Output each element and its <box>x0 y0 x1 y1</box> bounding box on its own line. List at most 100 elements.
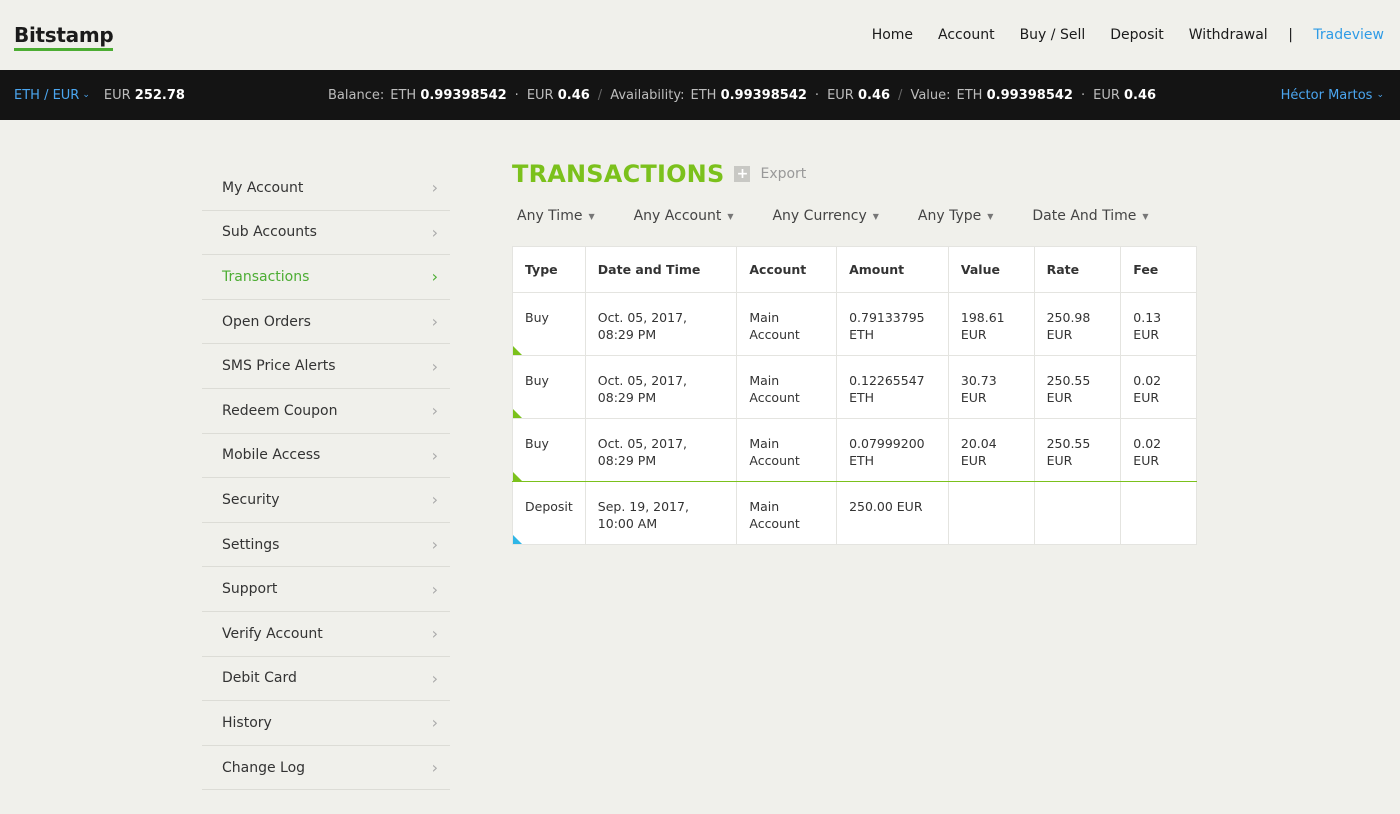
sidebar-item-mobile-access[interactable]: Mobile Access › <box>202 434 450 479</box>
main-nav: Home Account Buy / Sell Deposit Withdraw… <box>859 27 1386 43</box>
pair-selector[interactable]: ETH / EUR ⌄ <box>14 88 90 103</box>
slash-separator: / <box>597 87 603 103</box>
export-label: Export <box>760 166 807 182</box>
chevron-down-icon: ⌄ <box>82 90 90 100</box>
transactions-panel: TRANSACTIONS + Export Any Time ▼ Any Acco… <box>512 158 1197 545</box>
filter-label: Any Account <box>633 208 722 224</box>
avail-eth: 0.99398542 <box>720 87 807 103</box>
user-menu[interactable]: Héctor Martos ⌄ <box>1281 70 1384 120</box>
avail-eur: 0.46 <box>857 87 891 103</box>
title-row: TRANSACTIONS + Export <box>512 158 1197 190</box>
sidebar-item-open-orders[interactable]: Open Orders › <box>202 300 450 345</box>
chevron-right-icon: › <box>431 312 438 332</box>
chevron-right-icon: › <box>431 713 438 733</box>
column-header-type[interactable]: Type <box>512 246 586 293</box>
filter-currency[interactable]: Any Currency ▼ <box>767 208 878 224</box>
avail-eth-currency: ETH <box>690 87 717 103</box>
sidebar-item-change-log[interactable]: Change Log › <box>202 746 450 791</box>
cell-fee: 0.13 EUR <box>1120 292 1197 356</box>
caret-down-icon: ▼ <box>987 211 994 221</box>
table-row: Deposit Sep. 19, 2017, 10:00 AM Main Acc… <box>512 481 1197 545</box>
caret-down-icon: ▼ <box>1142 211 1149 221</box>
filter-sort[interactable]: Date And Time ▼ <box>1027 208 1148 224</box>
value-eur: 0.46 <box>1124 87 1157 103</box>
sidebar-item-label: Support <box>222 581 278 598</box>
sidebar-item-settings[interactable]: Settings › <box>202 523 450 568</box>
cell-amount: 250.00 EUR <box>836 481 949 545</box>
sidebar-item-verify-account[interactable]: Verify Account › <box>202 612 450 657</box>
sidebar-item-my-account[interactable]: My Account › <box>202 166 450 211</box>
sidebar-item-history[interactable]: History › <box>202 701 450 746</box>
filter-type[interactable]: Any Type ▼ <box>913 208 994 224</box>
nav-account[interactable]: Account <box>926 27 1008 43</box>
sidebar-item-sms-price-alerts[interactable]: SMS Price Alerts › <box>202 344 450 389</box>
pair-label: ETH / EUR <box>14 87 80 103</box>
dot-separator: · <box>514 87 519 103</box>
export-button[interactable]: + Export <box>734 166 806 182</box>
value-eth-currency: ETH <box>956 87 983 103</box>
last-price: EUR 252.78 <box>104 88 185 103</box>
cell-value: 198.61 EUR <box>947 292 1035 356</box>
filter-label: Date And Time <box>1032 208 1137 224</box>
value-eth: 0.99398542 <box>986 87 1073 103</box>
column-header-date[interactable]: Date and Time <box>584 246 738 293</box>
user-name: Héctor Martos <box>1280 87 1373 103</box>
cell-value: 20.04 EUR <box>947 418 1035 482</box>
sidebar-item-redeem-coupon[interactable]: Redeem Coupon › <box>202 389 450 434</box>
sidebar-item-label: Debit Card <box>222 670 297 687</box>
cell-account: Main Account <box>736 481 838 545</box>
cell-amount: 0.12265547 ETH <box>836 355 949 419</box>
column-header-amount[interactable]: Amount <box>836 246 949 293</box>
cell-fee: 0.02 EUR <box>1120 418 1197 482</box>
cell-value <box>947 481 1035 545</box>
deposit-marker-icon <box>513 535 522 544</box>
nav-withdrawal[interactable]: Withdrawal <box>1176 27 1280 43</box>
cell-rate: 250.98 EUR <box>1033 292 1122 356</box>
ticker-bar: ETH / EUR ⌄ EUR 252.78 Balance: ETH 0.99… <box>0 70 1400 120</box>
chevron-right-icon: › <box>431 222 438 242</box>
nav-buy-sell[interactable]: Buy / Sell <box>1007 27 1098 43</box>
bitstamp-logo[interactable]: Bitstamp <box>14 23 114 51</box>
nav-separator: | <box>1288 27 1293 43</box>
sidebar-item-label: Transactions <box>222 268 310 285</box>
availability-label: Availability: <box>610 87 685 103</box>
balance-eur-currency: EUR <box>526 87 554 103</box>
cell-date: Sep. 19, 2017, 10:00 AM <box>584 481 738 545</box>
cell-account: Main Account <box>736 355 838 419</box>
column-header-rate[interactable]: Rate <box>1033 246 1122 293</box>
sidebar-item-label: Open Orders <box>222 313 311 330</box>
cell-type-text: Buy <box>525 373 549 388</box>
table-row: Buy Oct. 05, 2017, 08:29 PM Main Account… <box>512 355 1197 419</box>
sidebar-item-label: History <box>222 714 272 731</box>
column-header-fee[interactable]: Fee <box>1120 246 1197 293</box>
balance-eth-currency: ETH <box>390 87 417 103</box>
caret-down-icon: ▼ <box>872 211 879 221</box>
filter-time[interactable]: Any Time ▼ <box>512 208 595 224</box>
sidebar-item-support[interactable]: Support › <box>202 567 450 612</box>
plus-icon: + <box>734 166 751 182</box>
caret-down-icon: ▼ <box>727 211 734 221</box>
value-label: Value: <box>910 87 951 103</box>
sidebar-item-label: SMS Price Alerts <box>222 358 336 375</box>
column-header-value[interactable]: Value <box>947 246 1035 293</box>
sidebar-item-sub-accounts[interactable]: Sub Accounts › <box>202 211 450 256</box>
slash-separator: / <box>898 87 903 103</box>
nav-home[interactable]: Home <box>859 27 925 43</box>
cell-date: Oct. 05, 2017, 08:29 PM <box>584 292 738 356</box>
nav-tradeview[interactable]: Tradeview <box>1301 27 1386 43</box>
cell-type-text: Deposit <box>525 499 573 514</box>
cell-type: Buy <box>512 292 586 356</box>
filter-account[interactable]: Any Account ▼ <box>629 208 734 224</box>
cell-date: Oct. 05, 2017, 08:29 PM <box>584 355 738 419</box>
sidebar-item-transactions[interactable]: Transactions › <box>202 255 450 300</box>
buy-marker-icon <box>513 472 522 481</box>
column-header-account[interactable]: Account <box>736 246 838 293</box>
sidebar-item-security[interactable]: Security › <box>202 478 450 523</box>
nav-deposit[interactable]: Deposit <box>1098 27 1177 43</box>
chevron-right-icon: › <box>431 535 438 555</box>
chevron-right-icon: › <box>431 490 438 510</box>
cell-fee: 0.02 EUR <box>1120 355 1197 419</box>
chevron-right-icon: › <box>431 668 438 688</box>
buy-marker-icon <box>513 409 522 418</box>
sidebar-item-debit-card[interactable]: Debit Card › <box>202 657 450 702</box>
